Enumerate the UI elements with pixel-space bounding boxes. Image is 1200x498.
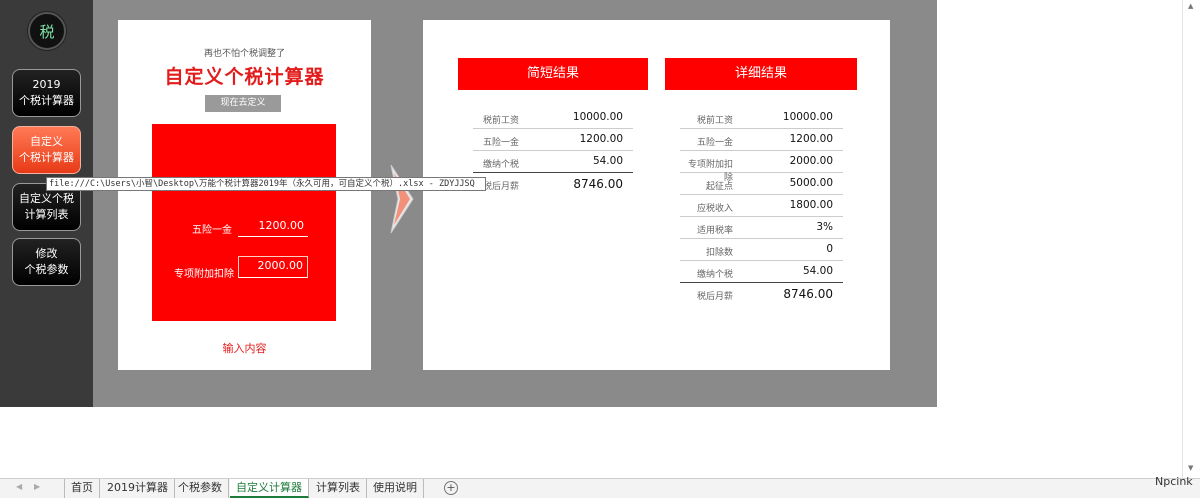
detail-row: 适用税率 3% bbox=[680, 217, 843, 239]
arrow-right-icon bbox=[390, 164, 414, 234]
brief-row: 五险一金 1200.00 bbox=[473, 129, 633, 151]
nav-button-line2: 个税参数 bbox=[24, 263, 69, 276]
results-card: 简短结果 详细结果 税前工资 10000.00 五险一金 1200.00 缴纳个… bbox=[423, 20, 890, 370]
scroll-up-icon[interactable]: ▲ bbox=[1188, 2, 1193, 10]
brief-row-label: 税前工资 bbox=[483, 116, 520, 126]
insurance-input[interactable]: 1200.00 bbox=[238, 217, 308, 237]
detail-row-label: 起征点 bbox=[705, 182, 733, 192]
detail-results-header: 详细结果 bbox=[665, 58, 857, 90]
detail-row-total: 税后月薪 8746.00 bbox=[680, 283, 843, 305]
brief-row-value: 1200.00 bbox=[579, 133, 623, 145]
brief-row-label: 税后月薪 bbox=[483, 182, 520, 192]
spreadsheet-window: 税 2019 个税计算器 自定义 个税计算器 自定义个税 计算列表 修改 个税参… bbox=[0, 0, 1200, 498]
special-deduction-input[interactable]: 2000.00 bbox=[238, 256, 308, 278]
tab-instructions[interactable]: 使用说明 bbox=[367, 479, 424, 498]
detail-row-label: 适用税率 bbox=[696, 226, 733, 236]
detail-row: 专项附加扣除 2000.00 bbox=[680, 151, 843, 183]
vertical-scrollbar[interactable]: ▲ ▼ bbox=[1182, 0, 1200, 478]
detail-row: 扣除数 0 bbox=[680, 239, 843, 261]
define-now-button[interactable]: 现在去定义 bbox=[205, 95, 281, 112]
brief-row: 缴纳个税 54.00 bbox=[473, 151, 633, 173]
input-panel: 五险一金 1200.00 专项附加扣除 2000.00 bbox=[152, 124, 336, 321]
detail-row-label: 税后月薪 bbox=[696, 292, 733, 302]
detail-row-value: 1200.00 bbox=[789, 133, 833, 145]
field-label-insurance: 五险一金 bbox=[192, 225, 232, 236]
detail-row-value: 54.00 bbox=[802, 265, 833, 277]
tab-custom-calculator[interactable]: 自定义计算器 bbox=[230, 479, 309, 498]
hyperlink-tooltip: file:///C:\Users\小智\Desktop\万能个税计算器2019年… bbox=[46, 177, 486, 191]
watermark: Npcink bbox=[1155, 475, 1193, 488]
detail-row-label: 扣除数 bbox=[705, 248, 733, 258]
nav-button-line1: 自定义 bbox=[30, 135, 63, 148]
prev-sheet-icon[interactable]: ◀ bbox=[16, 482, 22, 491]
field-label-special-deduction: 专项附加扣除 bbox=[174, 269, 234, 280]
input-hint: 输入内容 bbox=[222, 342, 267, 355]
brief-row-label: 缴纳个税 bbox=[483, 160, 520, 170]
sheet-tab-bar: ◀ ▶ 首页 2019计算器 个税参数 自定义计算器 计算列表 使用说明 + bbox=[0, 478, 1200, 498]
tab-2019-calculator[interactable]: 2019计算器 bbox=[101, 479, 175, 498]
card-title: 自定义个税计算器 bbox=[164, 66, 325, 88]
scroll-down-icon[interactable]: ▼ bbox=[1188, 464, 1193, 472]
detail-row-value: 8746.00 bbox=[783, 287, 833, 301]
tab-tax-params[interactable]: 个税参数 bbox=[172, 479, 229, 498]
nav-button-custom-calculator[interactable]: 自定义 个税计算器 bbox=[12, 126, 81, 174]
detail-row-value: 10000.00 bbox=[782, 111, 833, 123]
detail-row: 缴纳个税 54.00 bbox=[680, 261, 843, 283]
tab-home[interactable]: 首页 bbox=[64, 479, 100, 498]
nav-button-line1: 2019 bbox=[32, 78, 61, 91]
detail-row-value: 2000.00 bbox=[789, 155, 833, 167]
detail-row-label: 五险一金 bbox=[696, 138, 733, 148]
detail-row-value: 0 bbox=[826, 243, 833, 255]
nav-button-line1: 修改 bbox=[35, 247, 58, 260]
next-sheet-icon[interactable]: ▶ bbox=[34, 482, 40, 491]
nav-button-tax-params[interactable]: 修改 个税参数 bbox=[12, 238, 81, 286]
brief-row-value: 10000.00 bbox=[572, 111, 623, 123]
detail-row-label: 应税收入 bbox=[696, 204, 733, 214]
brief-row-value: 8746.00 bbox=[573, 177, 623, 191]
detail-row-value: 1800.00 bbox=[789, 199, 833, 211]
detail-row-label: 税前工资 bbox=[696, 116, 733, 126]
brief-row-total: 税后月薪 8746.00 bbox=[473, 173, 633, 195]
input-card: 再也不怕个税调整了 自定义个税计算器 现在去定义 五险一金 1200.00 专项… bbox=[118, 20, 371, 370]
add-sheet-icon[interactable]: + bbox=[444, 481, 458, 495]
nav-button-line1: 自定义个税 bbox=[19, 192, 74, 205]
detail-row: 应税收入 1800.00 bbox=[680, 195, 843, 217]
nav-button-2019-calculator[interactable]: 2019 个税计算器 bbox=[12, 69, 81, 117]
tab-calc-list[interactable]: 计算列表 bbox=[310, 479, 367, 498]
brief-results-header: 简短结果 bbox=[458, 58, 648, 90]
nav-button-line2: 个税计算器 bbox=[19, 94, 74, 107]
detail-row: 税前工资 10000.00 bbox=[680, 107, 843, 129]
sidebar: 税 2019 个税计算器 自定义 个税计算器 自定义个税 计算列表 修改 个税参… bbox=[0, 0, 93, 407]
detail-row-value: 5000.00 bbox=[789, 177, 833, 189]
detail-row: 五险一金 1200.00 bbox=[680, 129, 843, 151]
detail-row-label: 缴纳个税 bbox=[696, 270, 733, 280]
brief-row-label: 五险一金 bbox=[483, 138, 520, 148]
card-subtitle: 再也不怕个税调整了 bbox=[203, 49, 285, 59]
tax-logo-icon: 税 bbox=[28, 12, 66, 50]
nav-button-line2: 个税计算器 bbox=[19, 151, 74, 164]
brief-row: 税前工资 10000.00 bbox=[473, 107, 633, 129]
brief-row-value: 54.00 bbox=[592, 155, 623, 167]
detail-row-value: 3% bbox=[816, 221, 833, 233]
nav-button-line2: 计算列表 bbox=[24, 208, 69, 221]
detail-row: 起征点 5000.00 bbox=[680, 173, 843, 195]
